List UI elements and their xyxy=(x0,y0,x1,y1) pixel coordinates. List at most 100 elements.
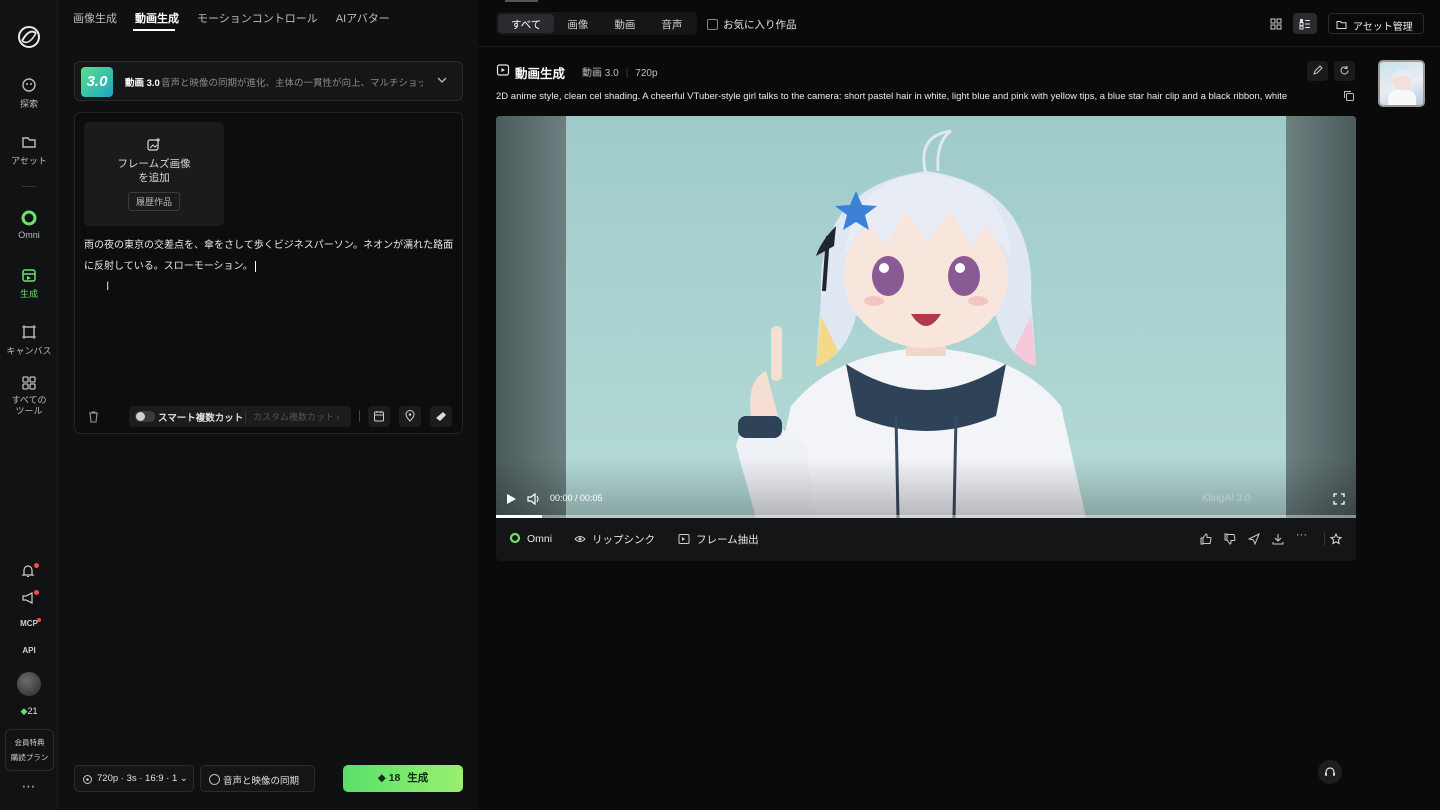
api-link[interactable]: API xyxy=(0,646,58,655)
results-toolbar: すべて 画像 動画 音声 お気に入り作品 アセット管理 xyxy=(478,0,1440,47)
model-badge: 3.0 xyxy=(81,67,113,97)
add-frames-card[interactable]: フレームズ画像 を追加 履歴作品 xyxy=(84,122,224,226)
filter-image[interactable]: 画像 xyxy=(554,14,601,33)
mode-tabs: 画像生成 動画生成 モーションコントロール AIアバター xyxy=(73,10,390,26)
result-card-header: 動画生成 動画 3.0 | 720p xyxy=(496,60,1356,82)
tab-video-gen[interactable]: 動画生成 xyxy=(135,10,179,26)
sync-label: 音声と映像の同期 xyxy=(223,776,300,787)
folder-icon xyxy=(1336,21,1347,29)
more-options-icon[interactable]: ··· xyxy=(1296,529,1308,541)
card-title: 動画生成 xyxy=(515,67,566,81)
location-button[interactable] xyxy=(399,406,421,427)
frame-extract-icon xyxy=(678,534,690,544)
tab-image-gen[interactable]: 画像生成 xyxy=(73,10,117,26)
output-settings-value: 720p · 3s · 16:9 · 1 xyxy=(97,773,178,784)
thumbnail-face xyxy=(1392,70,1412,90)
sync-radio[interactable] xyxy=(209,774,220,785)
regenerate-button[interactable] xyxy=(1334,61,1355,81)
filter-audio[interactable]: 音声 xyxy=(648,14,695,33)
sidebar-divider xyxy=(22,186,36,187)
prompt-input[interactable]: 雨の夜の東京の交差点を、傘をさして歩くビジネスパーソン。ネオンが濡れた路面に反射… xyxy=(84,235,456,277)
smart-multi-cut[interactable]: スマート複数カット カスタム複数カット › xyxy=(129,406,351,427)
support-button[interactable] xyxy=(1318,760,1342,784)
pencil-icon xyxy=(1313,65,1323,75)
play-icon[interactable] xyxy=(504,492,518,506)
favorites-checkbox[interactable] xyxy=(707,19,718,30)
member-line2: 購読プラン xyxy=(10,753,49,762)
sidebar-item-assets[interactable]: アセット xyxy=(0,133,58,167)
trash-icon[interactable] xyxy=(87,410,100,423)
results-panel: すべて 画像 動画 音声 お気に入り作品 アセット管理 動画生成 動画 3.0 |… xyxy=(478,0,1440,810)
filter-all[interactable]: すべて xyxy=(498,14,555,33)
type-filter: すべて 画像 動画 音声 xyxy=(496,12,698,35)
avatar[interactable] xyxy=(17,672,41,696)
card-resolution: 720p xyxy=(635,68,658,79)
asset-manage-label: アセット管理 xyxy=(1353,22,1413,33)
grid-view-button[interactable] xyxy=(1264,13,1288,34)
active-tab-indicator xyxy=(133,29,175,31)
list-view-button[interactable] xyxy=(1293,13,1317,34)
download-icon[interactable] xyxy=(1272,533,1284,545)
thumbs-up-icon[interactable] xyxy=(1200,533,1212,545)
generate-cost: 18 xyxy=(388,772,401,784)
star-icon[interactable] xyxy=(1330,533,1342,545)
notification-dot xyxy=(34,563,39,568)
omni-icon xyxy=(21,210,37,226)
copy-icon[interactable] xyxy=(1343,90,1355,102)
video-gen-icon xyxy=(496,64,510,76)
sidebar-item-label: 生成 xyxy=(19,289,38,299)
sidebar-item-generate[interactable]: 生成 xyxy=(0,266,58,300)
watermark: KlingAI 3.0 xyxy=(1202,493,1251,504)
sidebar-item-omni[interactable]: Omni xyxy=(0,209,58,240)
tab-ai-avatar[interactable]: AIアバター xyxy=(336,10,390,26)
omni-icon xyxy=(509,532,521,544)
av-sync-toggle[interactable]: 音声と映像の同期 xyxy=(200,765,315,792)
chevron-down-icon: ⌄ xyxy=(179,773,188,784)
lipsync-action[interactable]: リップシンク xyxy=(574,532,655,547)
generate-bar: 720p · 3s · 16:9 · 1 ⌄ 音声と映像の同期 ◆ 18 生成 xyxy=(74,765,463,792)
text-caret xyxy=(254,260,256,272)
kling-logo-icon[interactable] xyxy=(16,24,42,50)
sidebar-item-canvas[interactable]: キャンバス xyxy=(0,323,58,357)
omni-action[interactable]: Omni xyxy=(509,532,552,545)
tab-motion-control[interactable]: モーションコントロール xyxy=(197,10,318,26)
frame-extract-action[interactable]: フレーム抽出 xyxy=(678,532,759,547)
result-thumbnail[interactable] xyxy=(1378,60,1425,107)
smart-cut-toggle[interactable] xyxy=(135,411,155,422)
edit-button[interactable] xyxy=(1307,61,1328,81)
add-frames-label-2: を追加 xyxy=(138,172,170,184)
history-works-button[interactable]: 履歴作品 xyxy=(127,192,180,211)
enhance-button[interactable] xyxy=(430,406,452,427)
template-button[interactable] xyxy=(368,406,390,427)
generate-label: 生成 xyxy=(407,772,429,784)
output-settings-dropdown[interactable]: 720p · 3s · 16:9 · 1 ⌄ xyxy=(74,765,194,792)
grid-icon xyxy=(22,376,36,390)
more-menu-icon[interactable]: ⋯ xyxy=(0,778,58,795)
favorites-filter[interactable]: お気に入り作品 xyxy=(707,17,797,32)
generate-button[interactable]: ◆ 18 生成 xyxy=(343,765,463,792)
asset-manage-button[interactable]: アセット管理 xyxy=(1328,13,1424,34)
canvas-icon xyxy=(22,325,36,339)
omni-action-label: Omni xyxy=(527,533,553,545)
sidebar-item-label: すべてのツール xyxy=(11,395,47,416)
pin-icon xyxy=(405,410,415,422)
member-line1: 会員特典 xyxy=(14,738,45,747)
filter-video[interactable]: 動画 xyxy=(601,14,648,33)
headset-icon xyxy=(1325,767,1335,776)
video-player[interactable]: 00:00 / 00:05 KlingAI 3.0 xyxy=(496,116,1356,518)
custom-cut-link[interactable]: カスタム複数カット › xyxy=(245,410,340,423)
controls-gradient xyxy=(496,458,1356,518)
generate-icon xyxy=(22,269,36,282)
credits-balance[interactable]: ◆21 xyxy=(0,706,58,717)
sidebar-item-all-tools[interactable]: すべてのツール xyxy=(0,374,58,417)
share-icon[interactable] xyxy=(1248,533,1260,545)
video-time: 00:00 / 00:05 xyxy=(550,493,603,503)
sidebar-item-explore[interactable]: 探索 xyxy=(0,76,58,110)
action-divider xyxy=(1324,532,1325,546)
thumbs-down-icon[interactable] xyxy=(1224,533,1236,545)
member-plan-button[interactable]: 会員特典 購読プラン xyxy=(5,729,54,771)
fullscreen-icon[interactable] xyxy=(1332,492,1346,506)
volume-icon[interactable] xyxy=(526,492,540,506)
mcp-link[interactable]: MCP xyxy=(0,619,58,628)
model-selector[interactable]: 3.0 動画 3.0 音声と映像の同期が進化、主体の一貫性が向上、マルチショッ.… xyxy=(74,61,463,101)
